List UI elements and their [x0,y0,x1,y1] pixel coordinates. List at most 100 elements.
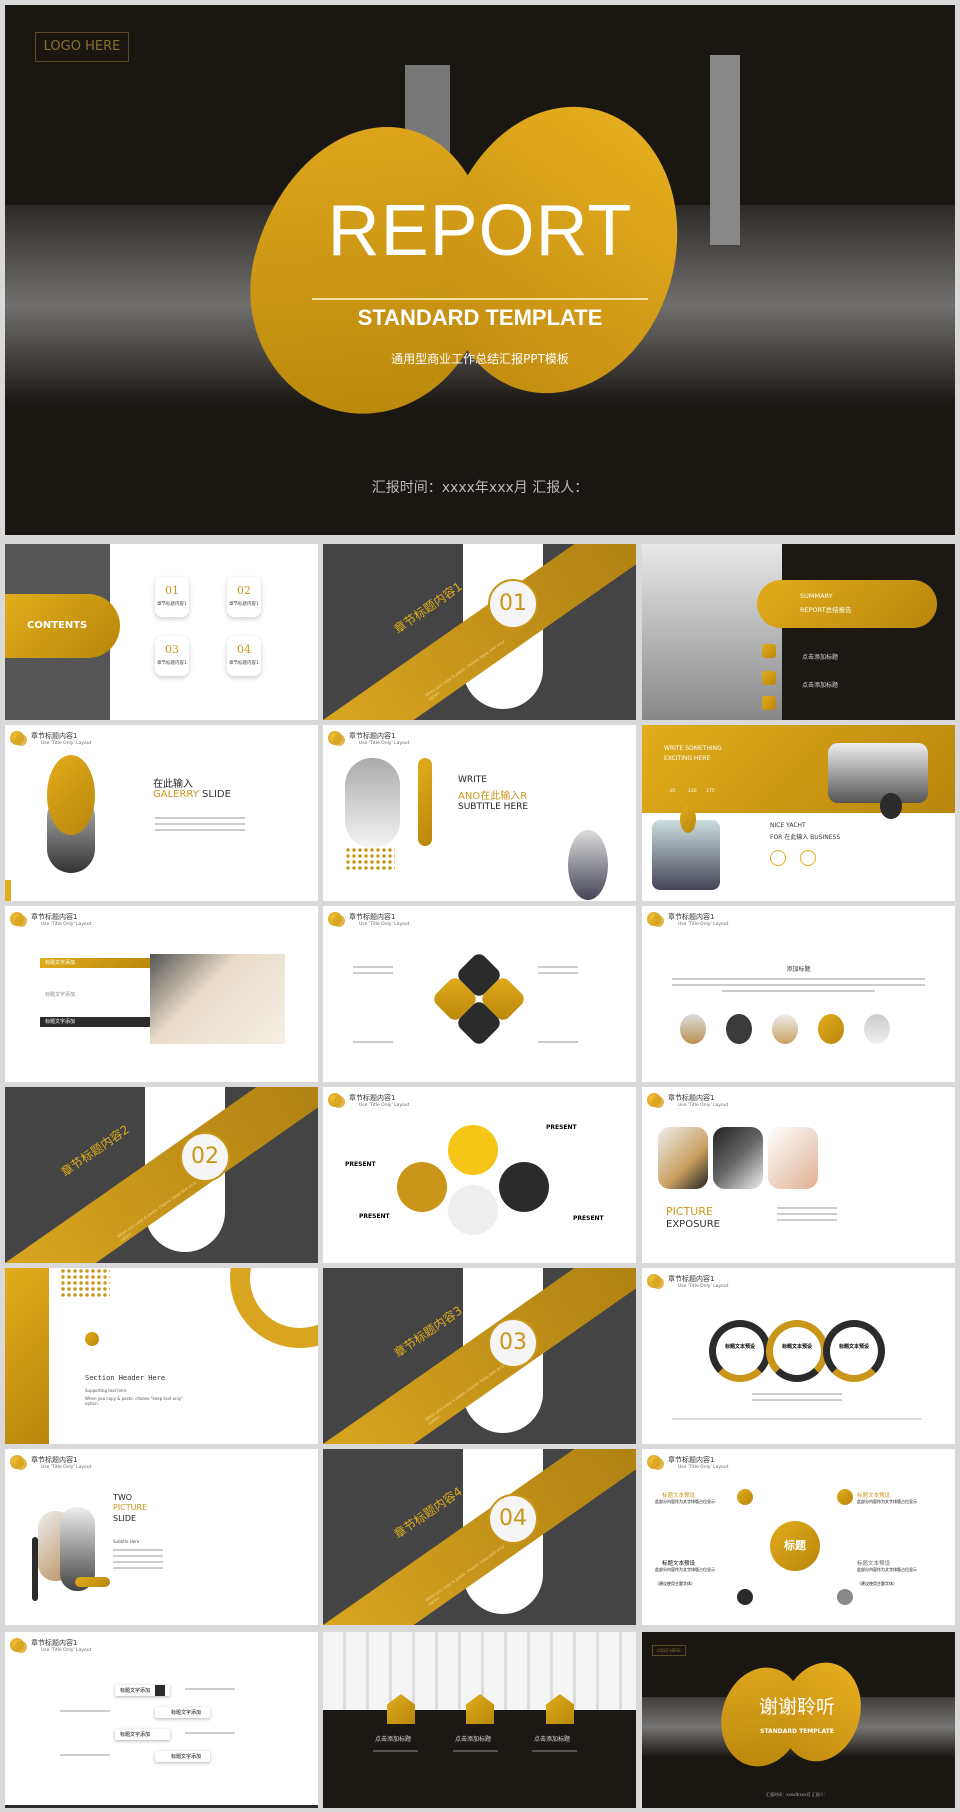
decoration [113,1567,163,1569]
decoration [647,1093,664,1108]
decoration [647,1455,664,1470]
thanks-footer: 汇报时间：xxxx年xxx月 汇报人： [766,1792,828,1797]
section-number: 01 [488,579,538,629]
section-header-title: Section Header Here [85,1374,166,1382]
layout-hint: Use 'Title Only' Layout [359,741,410,746]
section-slide-1[interactable]: 章节标题内容1 01 When you copy & paste, choose… [323,544,636,720]
two-picture-line: PICTURE [113,1503,148,1512]
decoration [10,1455,27,1470]
picture-exposure-slide[interactable]: 章节标题内容1 Use 'Title Only' Layout PICTURE E… [642,1087,955,1263]
decoration [647,1274,664,1289]
decoration [672,1418,922,1420]
item-title: 点击添加标题 [455,1736,492,1743]
list-item[interactable]: 标题文字添加 [115,1729,170,1740]
decoration [770,850,786,866]
write-slide[interactable]: 章节标题内容1 Use 'Title Only' Layout WRITE ANO… [323,725,636,901]
hero-subtitle: STANDARD TEMPLATE [357,305,603,330]
list-item[interactable]: 标题文字添加 [155,1707,210,1718]
decoration [5,880,11,901]
present-slide[interactable]: 章节标题内容1 Use 'Title Only' Layout PRESENT P… [323,1087,636,1263]
contents-slide[interactable]: CONTENTS 01 章节标题内容1 02 章节标题内容1 03 章节标题内容1 0… [5,544,318,720]
layout-hint: Use 'Title Only' Layout [678,1284,729,1289]
decoration [722,990,875,992]
decoration [752,1399,842,1401]
decoration: 02 [237,584,251,597]
section-slide-2[interactable]: 章节标题内容2 02 When you copy & paste, choose… [5,1087,318,1263]
contents-item[interactable]: 01 章节标题内容1 [155,577,189,617]
summary-line1: SUMMARY [800,592,833,600]
title-slide[interactable]: LOGO HERE REPORT STANDARD TEMPLATE 通用型商业… [5,5,955,535]
summary-line2: REPORT总结报告 [800,606,852,614]
yacht-line: NICE YACHT [770,822,806,829]
ring-item: 标题文本预设 [823,1320,885,1382]
laptop-photo [150,954,285,1044]
decoration [10,1638,27,1653]
diamond-slide[interactable]: 章节标题内容1 Use 'Title Only' Layout [323,906,636,1082]
decoration [60,1710,110,1712]
thanks-slide[interactable]: LOGO HERE 谢谢聆听 STANDARD TEMPLATE 汇报时间：xx… [642,1632,955,1808]
present-label: PRESENT [359,1213,390,1220]
two-picture-slide[interactable]: 章节标题内容1 Use 'Title Only' Layout TWO PICTU… [5,1449,318,1625]
exciting-slide[interactable]: WRITE SOMETHING EXCITING HERE 85 120 175… [642,725,955,901]
decoration [328,1093,345,1108]
hub-item-desc: 此部分内容作为文字排版占位显示 [857,1499,917,1504]
hub-slide[interactable]: 章节标题内容1 Use 'Title Only' Layout 标题 标题文本预设… [642,1449,955,1625]
gallery-word: SLIDE [202,789,231,800]
decoration [864,1014,890,1044]
decoration: 标题文本预设 [724,1344,755,1350]
sliders-icon [726,1014,752,1044]
gallery-slide[interactable]: 章节标题内容1 Use 'Title Only' Layout 在此输入 GALE… [5,725,318,901]
present-label: PRESENT [573,1215,604,1222]
present-label: PRESENT [345,1161,376,1168]
decoration [837,1589,853,1605]
decoration [10,912,27,927]
decoration [155,817,245,819]
list-slide[interactable]: 章节标题内容1 Use 'Title Only' Layout 标题文字添加 标题… [5,906,318,1082]
hub-item-desc: 此部分内容作为文字排版占位显示 [857,1567,917,1572]
decoration [185,1688,235,1690]
chapter-title: 章节标题内容1 [668,1275,715,1283]
rings-slide[interactable]: 章节标题内容1 Use 'Title Only' Layout 标题文本预设 标题… [642,1268,955,1444]
section-slide-4[interactable]: 章节标题内容4 04 When you copy & paste, choose… [323,1449,636,1625]
hub-item-title: 标题文本预设 [857,1493,891,1499]
layout-hint: Use 'Title Only' Layout [41,922,92,927]
hero-footer: 汇报时间：xxxx年xxx月 汇报人： [371,480,589,496]
picture-line2: EXPOSURE [666,1219,721,1230]
contents-item[interactable]: 03 章节标题内容1 [155,636,189,676]
chapter-title: 章节标题内容1 [31,732,78,740]
contents-item[interactable]: 02 章节标题内容1 [227,577,261,617]
decoration: { "hero":{"logo":"LOGO HERE","title":"RE… [0,0,960,1812]
decoration [568,830,608,900]
chapter-title: 章节标题内容1 [668,913,715,921]
decoration [800,850,816,866]
summary-slide[interactable]: SUMMARY REPORT总结报告 点击添加标题 点击添加标题 [642,544,955,720]
decoration: GALERRY SLIDE [153,789,231,800]
two-picture-line: TWO [113,1493,133,1502]
contents-item[interactable]: 04 章节标题内容1 [227,636,261,676]
share-icon [448,1185,498,1235]
decoration [532,1750,577,1752]
decoration [5,1805,318,1808]
keyboard-slide[interactable]: 点击添加标题 点击添加标题 点击添加标题 [323,1632,636,1808]
exciting-title: WRITE SOMETHING [664,745,722,752]
two-picture-line: SLIDE [113,1514,137,1523]
decoration [328,731,345,746]
layout-hint: Use 'Title Only' Layout [41,1465,92,1470]
decoration [418,758,432,846]
decoration: 章节标题内容1 [229,661,259,666]
decoration [680,1014,706,1044]
decoration: 章节标题内容1 [157,602,187,607]
section-header-slide[interactable]: Section Header Here Supporting text here… [5,1268,318,1444]
copy-hint: When you copy & paste, choose "keep text… [85,1396,183,1406]
hub-item-title: 标题文本预设 [857,1561,891,1567]
list-item[interactable]: 标题文字添加 [155,1751,210,1762]
stat: 175 [706,789,715,794]
add-title-slide[interactable]: 章节标题内容1 Use 'Title Only' Layout 添加标题 [642,906,955,1082]
decoration [680,805,696,833]
list4-slide[interactable]: 章节标题内容1 Use 'Title Only' Layout 标题文字添加 标题… [5,1632,318,1808]
logo-placeholder: LOGO HERE [652,1645,686,1656]
chapter-title: 章节标题内容1 [668,1094,715,1102]
section-slide-3[interactable]: 章节标题内容3 03 When you copy & paste, choose… [323,1268,636,1444]
decoration [353,1041,393,1043]
logo-placeholder: LOGO HERE [35,32,129,62]
